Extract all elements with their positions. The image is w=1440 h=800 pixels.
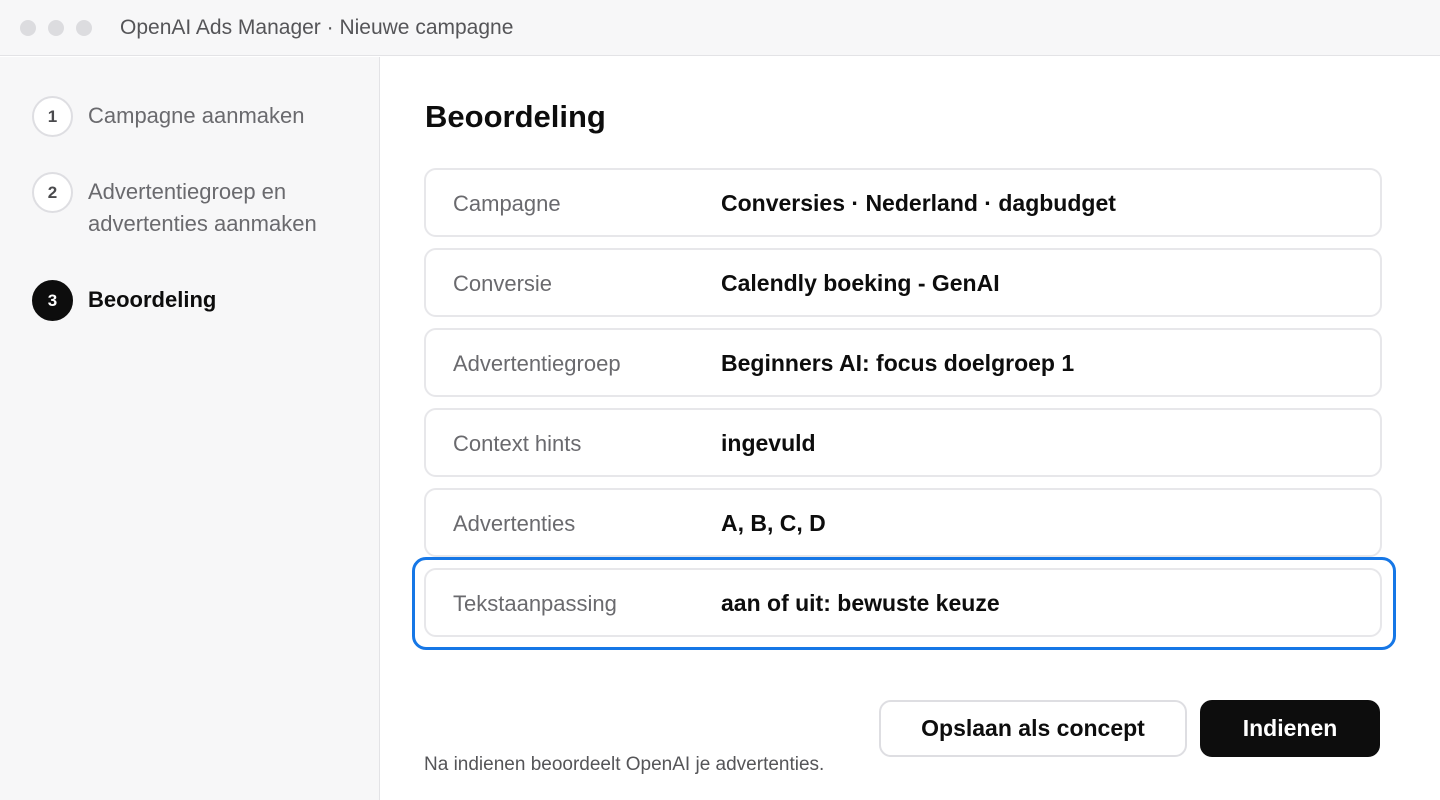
review-row-tekstaanpassing[interactable]: Tekstaanpassing aan of uit: bewuste keuz… [412, 557, 1396, 650]
step-beoordeling[interactable]: 3 Beoordeling [32, 280, 348, 321]
review-summary-list: Campagne Conversies · Nederland · dagbud… [412, 168, 1396, 650]
row-value: A, B, C, D [721, 510, 826, 536]
row-value: aan of uit: bewuste keuze [721, 590, 1000, 616]
row-value: Conversies · Nederland · dagbudget [721, 190, 1116, 216]
row-value: Beginners AI: focus doelgroep 1 [721, 350, 1075, 376]
review-row-advertentiegroep[interactable]: Advertentiegroep Beginners AI: focus doe… [424, 328, 1382, 397]
review-row-context-hints[interactable]: Context hints ingevuld [424, 408, 1382, 477]
submit-footnote: Na indienen beoordeelt OpenAI je adverte… [424, 754, 825, 775]
step-advertentiegroep-aanmaken[interactable]: 2 Advertentiegroep en advertenties aanma… [32, 172, 348, 240]
window-title: OpenAI Ads Manager · Nieuwe campagne [120, 16, 514, 39]
step-label: Advertentiegroep en advertenties aanmake… [88, 179, 317, 236]
review-row-campagne[interactable]: Campagne Conversies · Nederland · dagbud… [424, 168, 1382, 237]
submit-button[interactable]: Indienen [1200, 700, 1380, 757]
review-row-conversie[interactable]: Conversie Calendly boeking - GenAI [424, 248, 1382, 317]
row-label: Advertentiegroep [453, 351, 621, 376]
step-label: Beoordeling [88, 287, 217, 312]
review-row-advertenties[interactable]: Advertenties A, B, C, D [424, 488, 1382, 557]
maximize-window-button[interactable] [76, 20, 92, 36]
minimize-window-button[interactable] [48, 20, 64, 36]
page-title: Beoordeling [425, 99, 606, 134]
row-label: Tekstaanpassing [453, 591, 617, 616]
title-bar: OpenAI Ads Manager · Nieuwe campagne [0, 0, 1440, 56]
save-draft-button[interactable]: Opslaan als concept [879, 700, 1187, 757]
close-window-button[interactable] [20, 20, 36, 36]
row-value: ingevuld [721, 430, 816, 456]
row-label: Campagne [453, 191, 561, 216]
review-panel: Beoordeling Campagne Conversies · Nederl… [381, 57, 1440, 800]
step-number: 1 [32, 96, 73, 137]
step-number: 3 [32, 280, 73, 321]
row-value: Calendly boeking - GenAI [721, 270, 1000, 296]
step-number: 2 [32, 172, 73, 213]
row-label: Advertenties [453, 511, 576, 536]
row-label: Conversie [453, 271, 553, 296]
row-label: Context hints [453, 431, 582, 456]
wizard-steps-sidebar: 1 Campagne aanmaken 2 Advertentiegroep e… [0, 57, 380, 800]
step-campagne-aanmaken[interactable]: 1 Campagne aanmaken [32, 96, 348, 137]
step-label: Campagne aanmaken [88, 103, 305, 128]
